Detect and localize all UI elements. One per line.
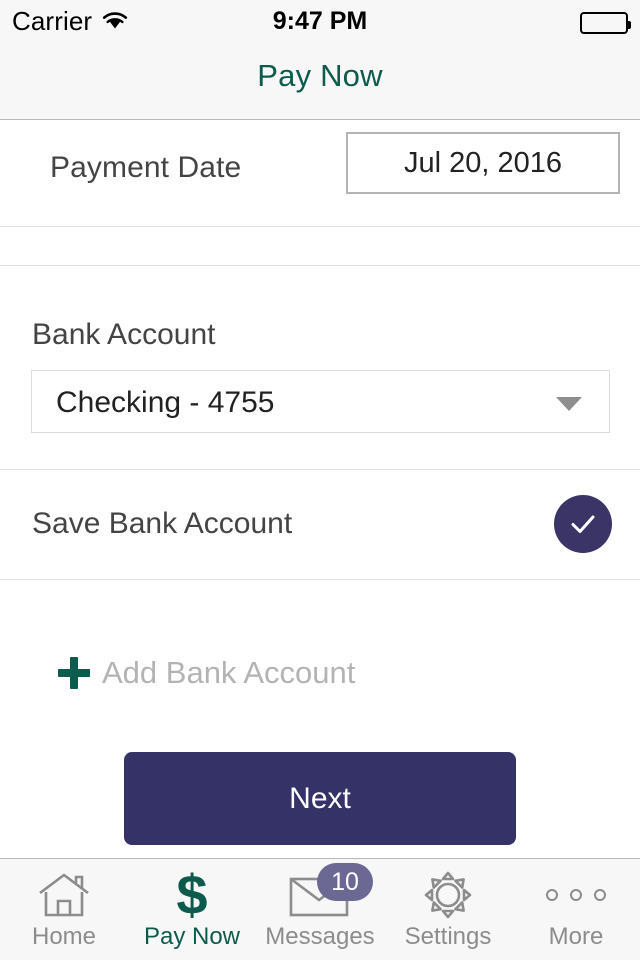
home-icon (36, 869, 92, 921)
tab-bar: Home $ Pay Now 10 Messages Settings More (0, 858, 640, 960)
add-bank-account-button[interactable]: Add Bank Account (58, 655, 355, 691)
messages-badge: 10 (317, 863, 373, 901)
next-button[interactable]: Next (124, 752, 516, 845)
header: Carrier 9:47 PM Pay Now (0, 0, 640, 120)
tab-more-label: More (548, 923, 604, 950)
page-title: Pay Now (257, 58, 383, 93)
battery-icon (580, 12, 631, 34)
tab-pay-now[interactable]: $ Pay Now (128, 859, 256, 960)
payment-date-label: Payment Date (50, 151, 242, 184)
bank-account-section: Bank Account Checking - 4755 (0, 266, 640, 470)
bank-account-selected-value: Checking - 4755 (56, 386, 275, 419)
save-bank-account-row[interactable]: Save Bank Account (0, 470, 640, 580)
bank-account-select[interactable]: Checking - 4755 (31, 370, 610, 433)
payment-date-value: Jul 20, 2016 (403, 146, 562, 179)
payment-date-input[interactable]: Jul 20, 2016 (346, 132, 620, 194)
tab-messages[interactable]: 10 Messages (256, 859, 384, 960)
tab-more[interactable]: More (512, 859, 640, 960)
payment-date-row: Payment Date Jul 20, 2016 (0, 120, 640, 227)
tab-home[interactable]: Home (0, 859, 128, 960)
bank-account-label: Bank Account (32, 318, 216, 351)
section-divider-row (0, 227, 640, 266)
dollar-glyph: $ (176, 863, 208, 926)
envelope-icon: 10 (289, 863, 373, 921)
status-bar-time: 9:47 PM (272, 7, 368, 35)
status-bar: Carrier 9:47 PM (0, 0, 640, 48)
chevron-down-icon (556, 397, 582, 411)
app-screen: Carrier 9:47 PM Pay Now Payment Date Jul… (0, 0, 640, 960)
dollar-icon: $ (176, 863, 208, 926)
plus-icon (58, 657, 90, 689)
ellipsis-icon (546, 869, 606, 921)
save-bank-account-checkbox[interactable] (554, 495, 612, 553)
save-bank-account-label: Save Bank Account (32, 507, 293, 540)
tab-settings[interactable]: Settings (384, 859, 512, 960)
tab-pay-now-label: Pay Now (143, 923, 241, 950)
status-bar-right (580, 12, 631, 34)
add-bank-account-label: Add Bank Account (102, 655, 356, 690)
gear-icon (421, 869, 475, 921)
check-icon (571, 515, 595, 533)
tab-messages-label: Messages (265, 923, 375, 950)
tab-settings-label: Settings (404, 923, 492, 950)
tab-home-label: Home (31, 923, 97, 950)
